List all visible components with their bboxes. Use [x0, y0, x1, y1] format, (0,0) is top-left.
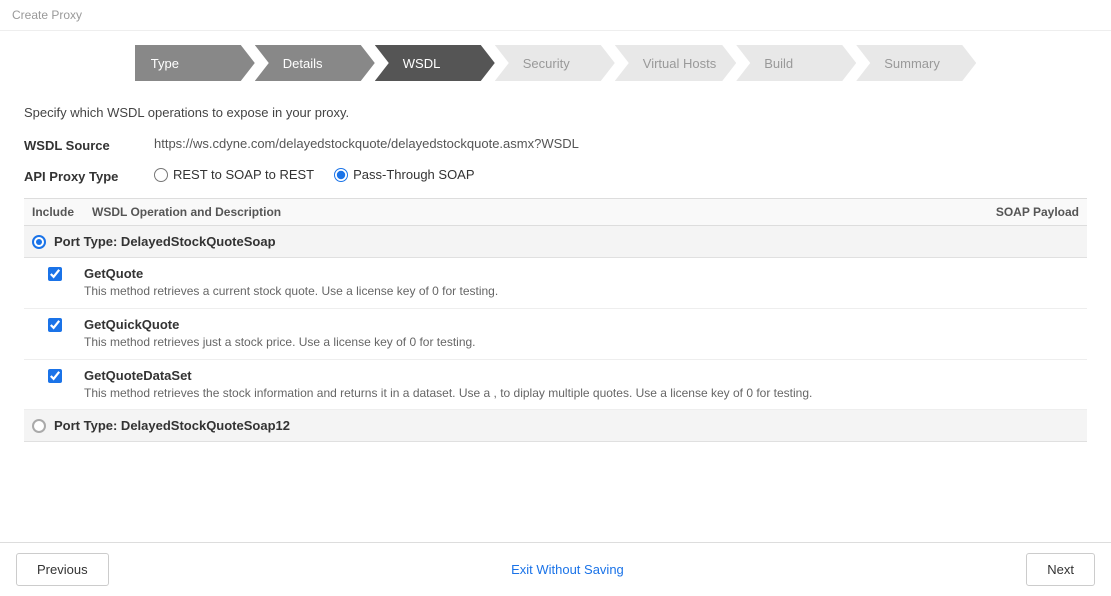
- radio-passthrough-input[interactable]: [334, 168, 348, 182]
- radio-rest-option[interactable]: REST to SOAP to REST: [154, 167, 314, 182]
- operation-info-0-0: GetQuote This method retrieves a current …: [84, 266, 1079, 300]
- next-button[interactable]: Next: [1026, 553, 1095, 586]
- api-proxy-type-label: API Proxy Type: [24, 167, 154, 184]
- content-area: Specify which WSDL operations to expose …: [0, 95, 1111, 536]
- instruction-text: Specify which WSDL operations to expose …: [24, 105, 1087, 120]
- wizard-step-details[interactable]: Details: [255, 45, 375, 81]
- operation-name-0-0: GetQuote: [84, 266, 1079, 281]
- col-operation-header: WSDL Operation and Description: [92, 205, 969, 219]
- radio-passthrough-option[interactable]: Pass-Through SOAP: [334, 167, 474, 182]
- operation-row-0-1: GetQuickQuote This method retrieves just …: [24, 309, 1087, 360]
- port-type-row-0[interactable]: Port Type: DelayedStockQuoteSoap: [24, 226, 1087, 258]
- wizard-step-wsdl[interactable]: WSDL: [375, 45, 495, 81]
- operation-checkbox-0-0[interactable]: [48, 267, 62, 281]
- title-bar: Create Proxy: [0, 0, 1111, 31]
- port-type-row-1[interactable]: Port Type: DelayedStockQuoteSoap12: [24, 410, 1087, 442]
- checkbox-col-0-0: [48, 266, 84, 284]
- operation-info-0-2: GetQuoteDataSet This method retrieves the…: [84, 368, 1079, 402]
- wizard-step-build[interactable]: Build: [736, 45, 856, 81]
- wizard-step-security[interactable]: Security: [495, 45, 615, 81]
- footer: Previous Exit Without Saving Next: [0, 542, 1111, 596]
- wizard-step-virtual-hosts[interactable]: Virtual Hosts: [615, 45, 736, 81]
- col-payload-header: SOAP Payload: [969, 205, 1079, 219]
- operations-list[interactable]: Port Type: DelayedStockQuoteSoap GetQuote…: [24, 226, 1087, 536]
- operation-checkbox-0-1[interactable]: [48, 318, 62, 332]
- operation-name-0-1: GetQuickQuote: [84, 317, 1079, 332]
- port-type-label-1: Port Type: DelayedStockQuoteSoap12: [54, 418, 290, 433]
- port-type-radio-0[interactable]: [32, 235, 46, 249]
- operation-desc-0-0: This method retrieves a current stock qu…: [84, 283, 1079, 300]
- operation-desc-0-2: This method retrieves the stock informat…: [84, 385, 1079, 402]
- wizard-step-type[interactable]: Type: [135, 45, 255, 81]
- radio-group: REST to SOAP to REST Pass-Through SOAP: [154, 167, 475, 182]
- operation-row-0-2: GetQuoteDataSet This method retrieves the…: [24, 360, 1087, 411]
- operation-row-0-0: GetQuote This method retrieves a current …: [24, 258, 1087, 309]
- api-proxy-type-row: API Proxy Type REST to SOAP to REST Pass…: [24, 167, 1087, 184]
- radio-passthrough-label: Pass-Through SOAP: [353, 167, 474, 182]
- operation-name-0-2: GetQuoteDataSet: [84, 368, 1079, 383]
- checkbox-col-0-2: [48, 368, 84, 386]
- wsdl-source-value: https://ws.cdyne.com/delayedstockquote/d…: [154, 136, 579, 151]
- radio-rest-label: REST to SOAP to REST: [173, 167, 314, 182]
- radio-rest-input[interactable]: [154, 168, 168, 182]
- operation-checkbox-0-2[interactable]: [48, 369, 62, 383]
- col-include-header: Include: [32, 205, 92, 219]
- table-header: Include WSDL Operation and Description S…: [24, 198, 1087, 226]
- exit-link[interactable]: Exit Without Saving: [511, 562, 624, 577]
- operation-desc-0-1: This method retrieves just a stock price…: [84, 334, 1079, 351]
- wizard-steps: TypeDetailsWSDLSecurityVirtual HostsBuil…: [0, 31, 1111, 95]
- checkbox-col-0-1: [48, 317, 84, 335]
- port-type-label-0: Port Type: DelayedStockQuoteSoap: [54, 234, 276, 249]
- previous-button[interactable]: Previous: [16, 553, 109, 586]
- page-title: Create Proxy: [12, 8, 82, 22]
- operation-info-0-1: GetQuickQuote This method retrieves just …: [84, 317, 1079, 351]
- wizard-step-summary[interactable]: Summary: [856, 45, 976, 81]
- wsdl-source-row: WSDL Source https://ws.cdyne.com/delayed…: [24, 136, 1087, 153]
- wsdl-source-label: WSDL Source: [24, 136, 154, 153]
- port-type-radio-1[interactable]: [32, 419, 46, 433]
